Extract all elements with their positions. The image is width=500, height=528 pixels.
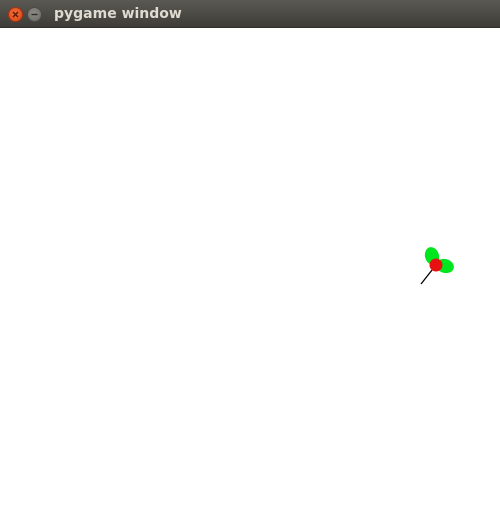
minimize-button[interactable] (27, 7, 42, 22)
close-icon (12, 11, 19, 18)
minimize-icon (31, 13, 38, 16)
game-canvas[interactable] (0, 28, 500, 528)
window-title: pygame window (54, 6, 182, 22)
sprite (420, 247, 454, 285)
close-button[interactable] (8, 7, 23, 22)
title-bar[interactable]: pygame window (0, 0, 500, 28)
sprite-body (429, 258, 443, 272)
game-scene (420, 247, 454, 285)
pygame-window: pygame window (0, 0, 500, 528)
